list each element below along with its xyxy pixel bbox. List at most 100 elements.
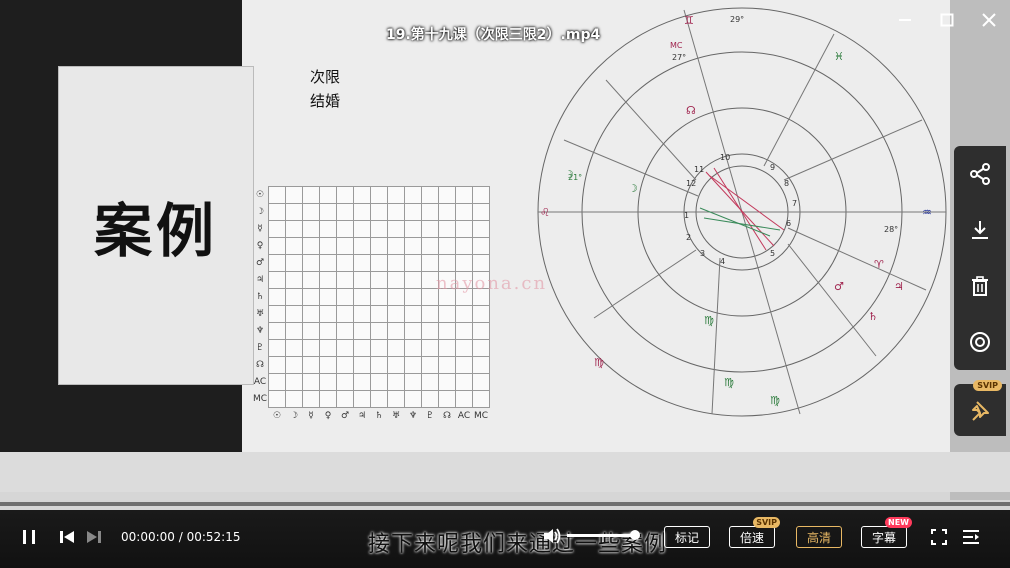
planet-glyphs: ☽ ☽ ♌ ♒ ☊ ♍ ♍ ♍ ♂ ♄ ♈ ♃ ♍ ♓ ♊	[540, 14, 932, 407]
volume-slider[interactable]	[567, 530, 640, 540]
progress-bar[interactable]	[0, 502, 1010, 506]
grid-col-label: ♂	[340, 411, 350, 421]
grid-col-label: MC	[473, 411, 489, 421]
grid-cell	[438, 339, 456, 357]
grid-cell	[268, 322, 286, 340]
grid-cell	[472, 373, 490, 391]
download-icon[interactable]	[965, 215, 995, 245]
grid-cell	[268, 339, 286, 357]
grid-cell	[438, 186, 456, 204]
grid-cell	[353, 203, 371, 221]
mark-button[interactable]: 标记	[664, 526, 710, 548]
grid-cell	[319, 322, 337, 340]
pause-button[interactable]	[18, 526, 40, 548]
chart-mc-degree: 27°	[672, 53, 686, 62]
grid-row-label: ♀	[256, 241, 264, 251]
volume-button[interactable]	[540, 524, 564, 548]
grid-cell	[421, 220, 439, 238]
delete-icon[interactable]	[965, 271, 995, 301]
grid-cell	[438, 305, 456, 323]
grid-row-label: ☊	[256, 360, 264, 370]
svg-text:♂: ♂	[834, 280, 844, 293]
playlist-button[interactable]	[960, 526, 982, 548]
grid-col-label: ☊	[443, 411, 451, 421]
quality-button[interactable]: 高清	[796, 526, 842, 548]
speed-label: 倍速	[739, 530, 764, 545]
watch-icon[interactable]	[965, 327, 995, 357]
volume-knob[interactable]	[630, 530, 640, 540]
grid-cell	[353, 254, 371, 272]
grid-cell	[285, 220, 303, 238]
grid-cell	[285, 322, 303, 340]
grid-cell	[336, 254, 354, 272]
grid-cell	[268, 356, 286, 374]
house-1: 1	[684, 211, 689, 220]
svg-text:♊: ♊	[684, 14, 694, 27]
svg-text:♈: ♈	[874, 258, 884, 271]
grid-cell	[319, 339, 337, 357]
close-icon[interactable]	[968, 0, 1010, 40]
pin-panel[interactable]: SVIP	[954, 380, 1006, 436]
grid-cell	[336, 390, 354, 408]
grid-cell	[404, 271, 422, 289]
caption-button[interactable]: 字幕 NEW	[861, 517, 912, 548]
grid-cell	[285, 203, 303, 221]
grid-cell	[319, 220, 337, 238]
grid-cell	[404, 220, 422, 238]
time-display: 00:00:00 / 00:52:15	[121, 530, 240, 544]
grid-row-label: ☉	[255, 190, 265, 200]
grid-cell	[472, 356, 490, 374]
grid-row-label: ♇	[255, 343, 265, 353]
svg-text:♓: ♓	[834, 50, 844, 63]
minimize-icon[interactable]	[884, 0, 926, 40]
grid-col-label: ♆	[408, 411, 418, 421]
grid-col-label: ☿	[308, 411, 314, 421]
grid-cell	[319, 356, 337, 374]
grid-cell	[319, 373, 337, 391]
grid-cell	[336, 271, 354, 289]
grid-cell	[387, 237, 405, 255]
grid-cell	[370, 305, 388, 323]
grid-cell	[302, 203, 320, 221]
house-11: 11	[694, 165, 704, 174]
caption-label: 字幕	[871, 530, 896, 545]
case-title: 案例	[93, 196, 218, 265]
fullscreen-button[interactable]	[928, 526, 950, 548]
grid-cell	[387, 203, 405, 221]
grid-cell	[285, 237, 303, 255]
share-icon[interactable]	[965, 159, 995, 189]
speed-svip-badge: SVIP	[753, 517, 780, 528]
grid-cell	[387, 373, 405, 391]
case-card: 案例	[58, 66, 254, 385]
grid-cell	[455, 339, 473, 357]
grid-cell	[472, 322, 490, 340]
pause-icon	[23, 530, 35, 544]
grid-row-label: ♃	[255, 275, 265, 285]
grid-cell	[353, 220, 371, 238]
grid-cell	[455, 305, 473, 323]
side-toolbar	[954, 146, 1006, 370]
svg-text:♍: ♍	[594, 356, 604, 369]
grid-cell	[421, 339, 439, 357]
svg-text:♍: ♍	[770, 394, 780, 407]
subtitle-text: 接下来呢我们来通过一些案例	[368, 532, 668, 557]
speed-button[interactable]: 倍速 SVIP	[729, 517, 780, 548]
grid-cell	[336, 322, 354, 340]
grid-corner	[252, 408, 269, 425]
grid-cell	[285, 271, 303, 289]
pin-icon[interactable]	[969, 399, 991, 421]
aspect-grid: ☉ ☽ ☿ ♀ ♂ ♃ ♄ ♅ ♆ ♇ ☊ AC MC ☉ ☽ ☿ ♀ ♂ ♃ ♄ ♅ ♆ ♇ ☊ AC MC	[252, 186, 490, 424]
grid-cell	[353, 322, 371, 340]
watermark: nayona.cn	[436, 273, 548, 294]
grid-cell	[404, 305, 422, 323]
grid-cell	[370, 203, 388, 221]
grid-cell	[472, 203, 490, 221]
grid-cell	[285, 339, 303, 357]
next-button[interactable]	[83, 526, 105, 548]
grid-cell	[455, 237, 473, 255]
chart-asc-right: 28°	[884, 225, 898, 234]
grid-cell	[387, 322, 405, 340]
previous-button[interactable]	[56, 526, 78, 548]
maximize-icon[interactable]	[926, 0, 968, 40]
grid-cell	[370, 237, 388, 255]
